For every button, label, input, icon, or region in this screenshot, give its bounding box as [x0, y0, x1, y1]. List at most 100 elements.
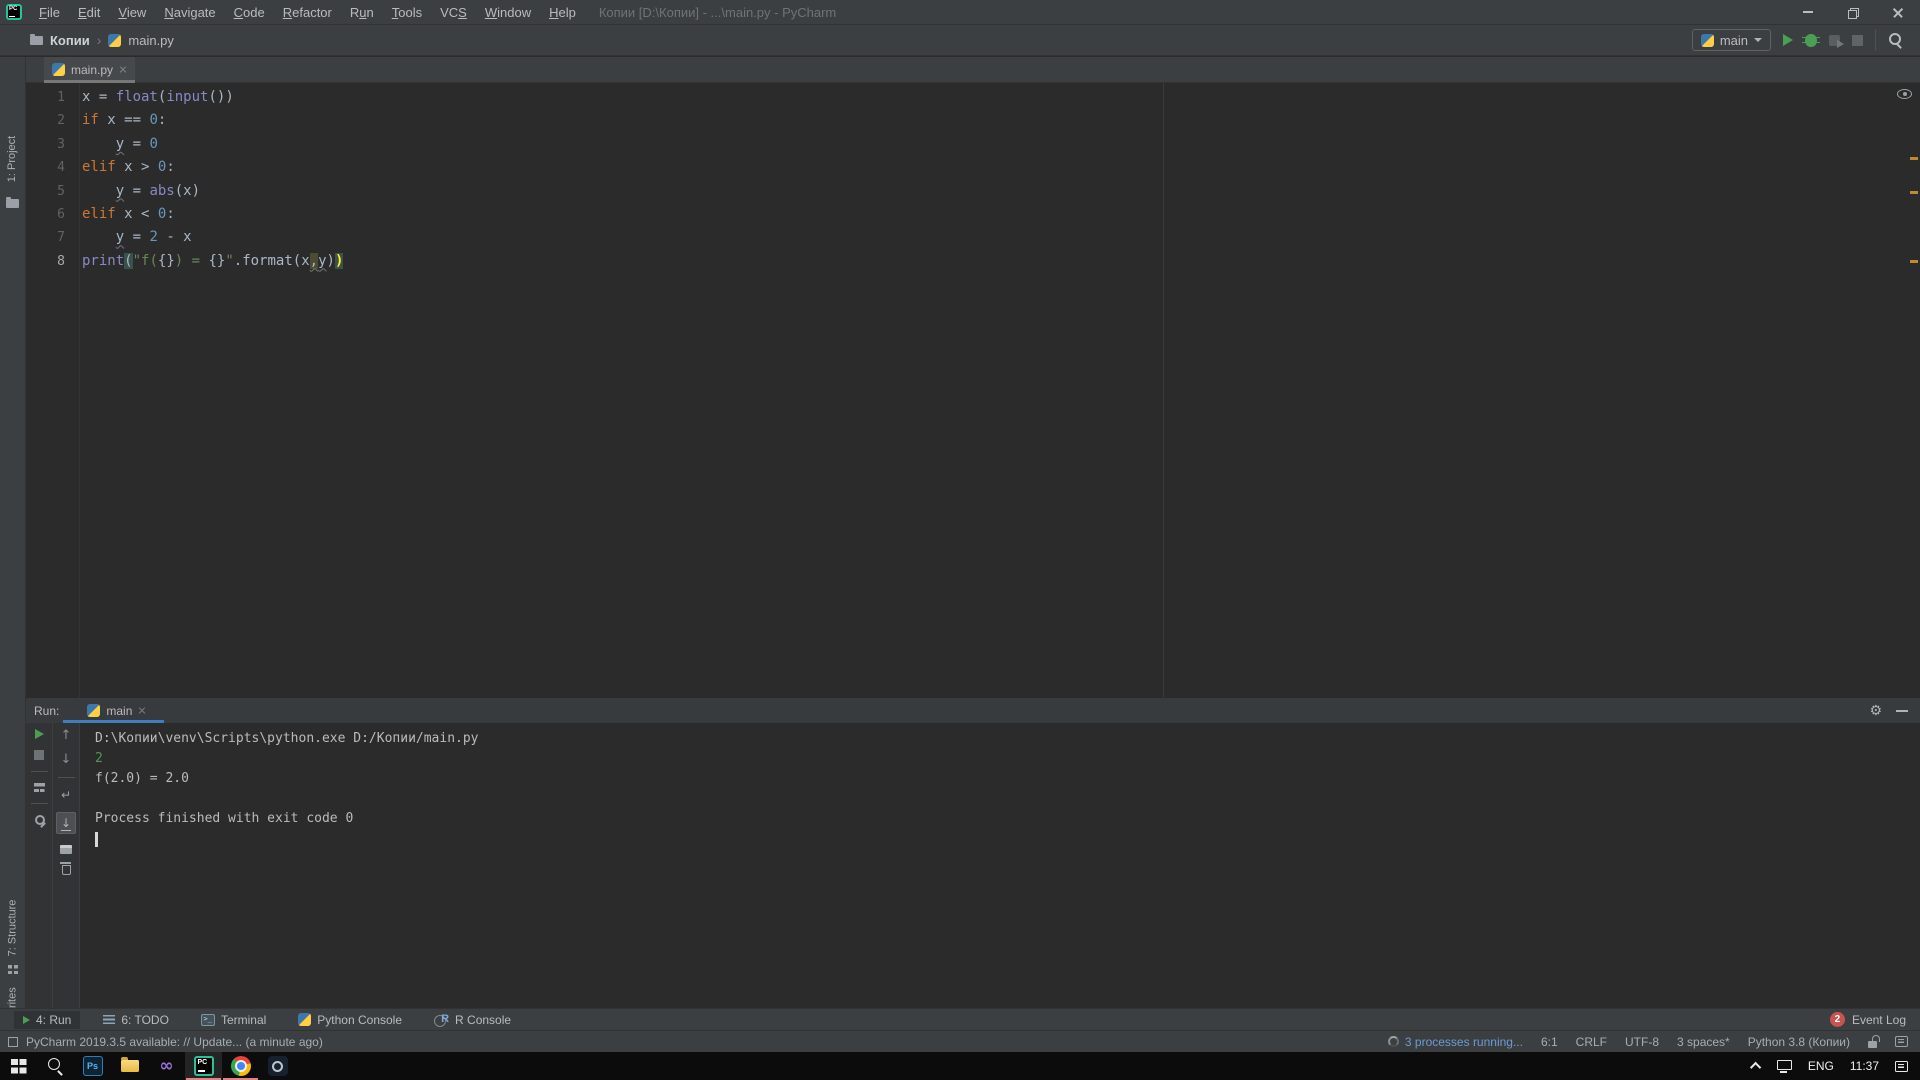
hide-panel-icon[interactable] — [1896, 710, 1908, 712]
language-indicator[interactable]: ENG — [1808, 1059, 1834, 1073]
editor-tab-mainpy[interactable]: main.py — [44, 57, 135, 82]
run-panel-header-actions: ⚙ — [1869, 704, 1908, 718]
code-line[interactable]: print("f({}) = {}".format(x,y)) — [82, 250, 1890, 273]
file-explorer-icon — [121, 1060, 139, 1072]
code-area[interactable]: x = float(input())if x == 0: y = 0elif x… — [82, 86, 1890, 273]
scroll-to-end-button[interactable]: ↓ — [56, 812, 76, 834]
tool-button-project[interactable]: 1: Project — [0, 125, 25, 193]
run-config-dropdown[interactable]: main — [1692, 29, 1771, 51]
console-line: f(2.0) = 2.0 — [95, 769, 1920, 789]
menu-tools[interactable]: Tools — [383, 5, 431, 20]
code-line[interactable]: x = float(input()) — [82, 86, 1890, 109]
tool-button-python-console[interactable]: Python Console — [289, 1011, 411, 1029]
editor-tab-bar: main.py — [26, 57, 1920, 83]
inspections-eye-icon[interactable] — [1897, 89, 1912, 99]
down-arrow-icon[interactable]: ↓ — [61, 753, 72, 766]
notifications-icon[interactable] — [1895, 1036, 1908, 1047]
code-line[interactable]: elif x < 0: — [82, 203, 1890, 226]
menu-code[interactable]: Code — [225, 5, 274, 20]
action-center-icon[interactable] — [1895, 1061, 1908, 1072]
tool-button-run[interactable]: 4: Run — [14, 1011, 80, 1029]
run-toolbar: main — [1692, 29, 1904, 51]
line-ending-widget[interactable]: CRLF — [1576, 1035, 1607, 1049]
warning-stripe-mark[interactable] — [1910, 157, 1918, 160]
status-message-area[interactable]: PyCharm 2019.3.5 available: // Update...… — [8, 1035, 323, 1049]
line-number: 2 — [26, 109, 79, 132]
up-arrow-icon[interactable]: ↑ — [61, 729, 72, 742]
encoding-widget[interactable]: UTF-8 — [1625, 1035, 1659, 1049]
run-button[interactable] — [1783, 34, 1793, 46]
restore-button[interactable] — [1830, 0, 1875, 24]
unlock-icon[interactable] — [1868, 1041, 1877, 1048]
clock[interactable]: 11:37 — [1850, 1059, 1879, 1073]
stop-button[interactable] — [1852, 35, 1863, 46]
menu-help[interactable]: Help — [540, 5, 585, 20]
taskbar-pycharm-button[interactable] — [185, 1052, 222, 1080]
run-actions-toolbar — [26, 723, 53, 1008]
warning-stripe-mark[interactable] — [1910, 260, 1918, 263]
code-line[interactable]: y = 2 - x — [82, 226, 1890, 249]
toolbar-separator — [31, 803, 48, 804]
run-tab-main[interactable]: main — [77, 698, 156, 723]
menu-view[interactable]: View — [109, 5, 155, 20]
network-icon[interactable] — [1777, 1060, 1792, 1070]
background-processes[interactable]: 3 processes running... — [1388, 1035, 1523, 1049]
code-editor[interactable]: 12345678 x = float(input())if x == 0: y … — [26, 83, 1920, 698]
menu-vcs[interactable]: VCS — [431, 5, 476, 20]
menu-file[interactable]: File — [30, 5, 69, 20]
python-file-icon — [52, 63, 65, 76]
python-icon — [87, 704, 100, 717]
soft-wrap-button[interactable]: ↵ — [61, 789, 71, 801]
breadcrumb-file[interactable]: main.py — [128, 33, 174, 48]
tool-button-structure[interactable]: 7: Structure — [0, 895, 25, 961]
menu-window[interactable]: Window — [476, 5, 540, 20]
rerun-button[interactable] — [35, 729, 44, 739]
tab-close-icon[interactable] — [119, 66, 127, 74]
restore-layout-button[interactable] — [34, 783, 45, 792]
menu-refactor[interactable]: Refactor — [274, 5, 341, 20]
update-icon — [8, 1037, 18, 1047]
interpreter-widget[interactable]: Python 3.8 (Копии) — [1748, 1035, 1850, 1049]
coverage-button[interactable] — [1829, 35, 1840, 46]
menu-run[interactable]: Run — [341, 5, 383, 20]
taskbar-search-button[interactable] — [37, 1052, 74, 1080]
code-line[interactable]: y = abs(x) — [82, 180, 1890, 203]
caret-position-widget[interactable]: 6:1 — [1541, 1035, 1558, 1049]
tool-button-terminal[interactable]: Terminal — [192, 1011, 275, 1029]
taskbar-app-button[interactable] — [259, 1052, 296, 1080]
gear-icon[interactable]: ⚙ — [1869, 704, 1882, 718]
tray-expand-icon[interactable] — [1750, 1062, 1761, 1073]
tool-button-r-console[interactable]: R Console — [425, 1011, 520, 1029]
taskbar-visual-studio-button[interactable]: ∞ — [148, 1052, 185, 1080]
breadcrumb-project[interactable]: Копии — [50, 33, 90, 48]
start-button[interactable] — [0, 1052, 37, 1080]
pin-tab-button[interactable] — [33, 815, 46, 828]
code-line[interactable]: elif x > 0: — [82, 156, 1890, 179]
tool-button-todo[interactable]: 6: TODO — [94, 1011, 178, 1029]
structure-icon — [0, 965, 25, 974]
taskbar-chrome-button[interactable] — [222, 1052, 259, 1080]
print-button[interactable] — [60, 845, 72, 854]
code-line[interactable]: y = 0 — [82, 133, 1890, 156]
taskbar-photoshop-button[interactable]: Ps — [74, 1052, 111, 1080]
run-console[interactable]: D:\Копии\venv\Scripts\python.exe D:/Копи… — [81, 723, 1920, 1008]
warning-stripe-mark[interactable] — [1910, 191, 1918, 194]
menu-navigate[interactable]: Navigate — [155, 5, 224, 20]
todo-list-icon — [103, 1015, 115, 1024]
close-button[interactable] — [1875, 0, 1920, 24]
scroll-to-end-icon: ↓ — [61, 816, 71, 831]
run-tab-close-icon[interactable] — [138, 707, 146, 715]
event-log-button[interactable]: 2 Event Log — [1830, 1012, 1906, 1027]
menu-edit[interactable]: Edit — [69, 5, 109, 20]
right-margin-guide — [1163, 83, 1164, 698]
code-line[interactable]: if x == 0: — [82, 109, 1890, 132]
search-icon — [47, 1057, 65, 1075]
minimize-button[interactable] — [1785, 0, 1830, 24]
clear-console-button[interactable] — [62, 865, 71, 875]
indent-widget[interactable]: 3 spaces* — [1677, 1035, 1730, 1049]
python-file-icon — [108, 34, 121, 47]
taskbar-explorer-button[interactable] — [111, 1052, 148, 1080]
debug-button[interactable] — [1805, 34, 1817, 47]
stop-process-button[interactable] — [34, 750, 44, 760]
search-everywhere-button[interactable] — [1888, 32, 1904, 48]
